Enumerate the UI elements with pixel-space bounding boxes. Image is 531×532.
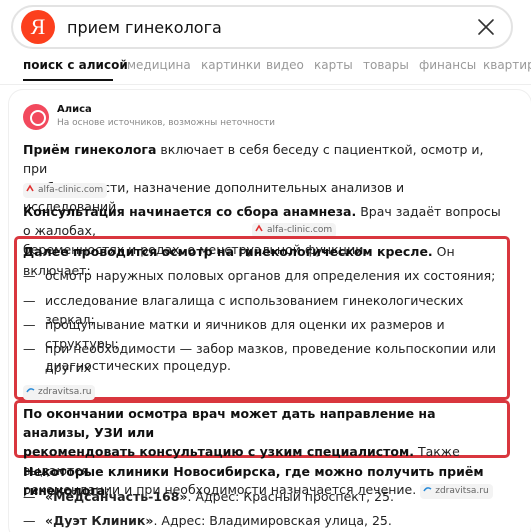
list-dash: — (23, 513, 36, 528)
p4-bold-a: По окончании осмотра врач может дать нап… (23, 406, 436, 440)
tab-video[interactable]: видео (266, 58, 304, 72)
p1-bold: Приём гинеколога (23, 142, 157, 157)
active-tab-indicator (23, 79, 113, 81)
tab-finance[interactable]: финансы (419, 58, 476, 72)
tab-medicine[interactable]: медицина (127, 58, 191, 72)
source-link-zdravitsa-1[interactable]: zdravitsa.ru (23, 385, 96, 400)
search-bar[interactable]: Я прием гинеколога (11, 5, 513, 49)
tab-images[interactable]: картинки (201, 58, 261, 72)
list-dash: — (23, 317, 36, 332)
list-item-text: диагностических процедур. (45, 358, 231, 373)
tab-apartments[interactable]: квартиры (483, 58, 531, 72)
list-dash: — (23, 293, 36, 308)
tab-alice-search[interactable]: поиск с алисой (23, 58, 128, 72)
source-label: alfa-clinic.com (38, 185, 104, 195)
yandex-logo[interactable]: Я (21, 10, 55, 44)
clinic-address: . Адрес: Красный проспект, 25. (187, 489, 394, 504)
p2-bold: Консультация начинается со сбора анамнез… (23, 204, 357, 219)
tabs-divider (0, 84, 531, 85)
clinic-address: . Адрес: Владимировская улица, 25. (153, 513, 392, 528)
alice-avatar-icon (23, 104, 49, 130)
list-dash: — (23, 268, 36, 283)
alice-disclaimer: На основе источников, возможны неточност… (57, 118, 276, 128)
zdravitsa-favicon-icon (26, 388, 35, 393)
alice-name: Алиса (57, 104, 92, 115)
tab-goods[interactable]: товары (363, 58, 409, 72)
p4-bold-b: рекомендовать консультацию с узким специ… (23, 444, 414, 459)
alfa-clinic-favicon-icon (26, 184, 34, 192)
search-input[interactable]: прием гинеколога (67, 18, 222, 37)
list-item-text: осмотр наружных половых органов для опре… (45, 268, 496, 283)
source-label: alfa-clinic.com (267, 225, 333, 235)
logo-letter: Я (30, 14, 46, 39)
close-icon[interactable] (475, 16, 497, 38)
source-link-alfa-clinic-1[interactable]: alfa-clinic.com (23, 183, 108, 198)
source-label: zdravitsa.ru (38, 387, 92, 397)
clinic-name[interactable]: «Медсанчасть-168» (45, 489, 188, 504)
clinic-name[interactable]: «Дуэт Клиник» (45, 513, 153, 528)
list-dash: — (23, 341, 36, 356)
p3-bold: Далее проводится осмотр на гинекологичес… (23, 244, 433, 259)
list-dash: — (23, 489, 36, 504)
tab-maps[interactable]: карты (314, 58, 353, 72)
alfa-clinic-favicon-icon (255, 224, 263, 232)
